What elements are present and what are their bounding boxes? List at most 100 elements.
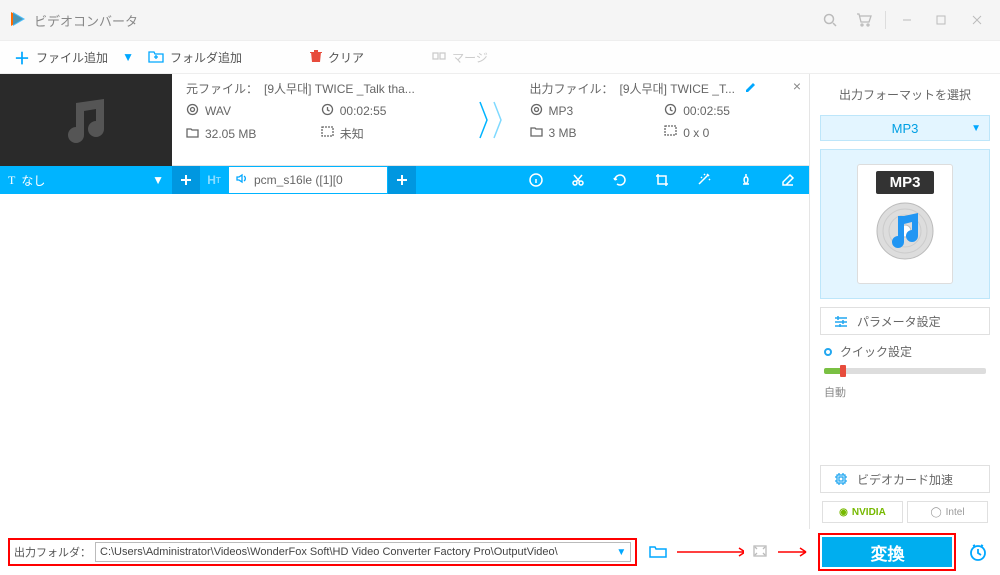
main-area: 元ファイル：[9人무대] TWICE _Talk tha... WAV 00:0… bbox=[0, 74, 1000, 529]
output-folder-highlight: 出力フォルダ： C:\Users\Administrator\Videos\Wo… bbox=[8, 538, 637, 566]
auto-label: 自動 bbox=[820, 382, 990, 402]
sidebar-title: 出力フォーマットを選択 bbox=[820, 84, 990, 107]
thumbnail[interactable] bbox=[0, 74, 172, 166]
effects-button[interactable] bbox=[683, 166, 725, 194]
add-folder-label: フォルダ追加 bbox=[170, 49, 242, 66]
edit-button[interactable] bbox=[767, 166, 809, 194]
crop-button[interactable] bbox=[641, 166, 683, 194]
watermark-button[interactable] bbox=[725, 166, 767, 194]
add-audio-button[interactable] bbox=[388, 166, 416, 194]
output-path-value: C:\Users\Administrator\Videos\WonderFox … bbox=[100, 546, 558, 558]
schedule-button[interactable] bbox=[964, 536, 992, 568]
app-logo-icon bbox=[8, 10, 26, 31]
item-options-bar: T なし ▼ HT pcm_s16le ([1][0 bbox=[0, 166, 809, 194]
rename-icon[interactable] bbox=[745, 81, 757, 96]
source-resolution: 未知 bbox=[340, 125, 364, 142]
chevron-down-icon: ▼ bbox=[152, 173, 164, 187]
source-size: 32.05 MB bbox=[205, 127, 256, 141]
add-file-dropdown[interactable]: ▼ bbox=[122, 41, 134, 73]
chip-icon bbox=[833, 472, 849, 486]
minimize-button[interactable] bbox=[890, 0, 924, 40]
file-list: 元ファイル：[9人무대] TWICE _Talk tha... WAV 00:0… bbox=[0, 74, 810, 529]
maximize-button[interactable] bbox=[924, 0, 958, 40]
format-preview[interactable]: MP3 bbox=[820, 149, 990, 299]
gpu-accel-button[interactable]: ビデオカード加速 bbox=[820, 465, 990, 493]
output-size: 3 MB bbox=[549, 126, 577, 140]
source-format: WAV bbox=[205, 104, 231, 118]
output-path-input[interactable]: C:\Users\Administrator\Videos\WonderFox … bbox=[95, 542, 631, 562]
sidebar: 出力フォーマットを選択 MP3 ▼ MP3 bbox=[810, 74, 1000, 529]
intel-logo-icon: ◯ bbox=[930, 507, 941, 518]
file-item: 元ファイル：[9人무대] TWICE _Talk tha... WAV 00:0… bbox=[0, 74, 809, 166]
output-folder-label: 出力フォルダ： bbox=[14, 544, 91, 560]
clock-icon bbox=[321, 103, 334, 119]
folder-icon bbox=[530, 125, 543, 140]
folder-plus-icon bbox=[148, 49, 164, 66]
annotation-arrow-icon bbox=[675, 544, 744, 560]
merge-button[interactable]: マージ bbox=[418, 41, 502, 73]
format-selector[interactable]: MP3 ▼ bbox=[820, 115, 990, 141]
format-badge: MP3 bbox=[876, 171, 935, 194]
footer: 出力フォルダ： C:\Users\Administrator\Videos\Wo… bbox=[0, 529, 1000, 575]
nvidia-badge: ◉ NVIDIA bbox=[822, 501, 903, 523]
nvidia-label: NVIDIA bbox=[852, 507, 886, 518]
output-file-name: [9人무대] TWICE _T... bbox=[620, 80, 735, 97]
output-format: MP3 bbox=[549, 104, 574, 118]
gpu-vendor-row: ◉ NVIDIA ◯ Intel bbox=[820, 501, 990, 523]
parameter-settings-button[interactable]: パラメータ設定 bbox=[820, 307, 990, 335]
gpu-label: ビデオカード加速 bbox=[857, 471, 953, 488]
chevron-down-icon: ▼ bbox=[616, 547, 626, 558]
output-resolution: 0 x 0 bbox=[683, 126, 709, 140]
quick-settings-row: クイック設定 bbox=[820, 343, 990, 360]
chevron-down-icon: ▼ bbox=[971, 123, 981, 134]
audio-track-select[interactable]: pcm_s16le ([1][0 bbox=[228, 166, 388, 194]
clear-label: クリア bbox=[328, 49, 364, 66]
source-info: 元ファイル：[9人무대] TWICE _Talk tha... WAV 00:0… bbox=[172, 74, 466, 165]
folder-icon bbox=[186, 126, 199, 141]
titlebar: ビデオコンバータ bbox=[0, 0, 1000, 40]
output-duration: 00:02:55 bbox=[683, 104, 730, 118]
annotation-arrow-icon bbox=[776, 544, 810, 560]
info-button[interactable] bbox=[515, 166, 557, 194]
intel-badge: ◯ Intel bbox=[907, 501, 988, 523]
rotate-button[interactable] bbox=[599, 166, 641, 194]
app-title: ビデオコンバータ bbox=[34, 11, 138, 30]
trash-icon bbox=[310, 49, 322, 66]
format-value: MP3 bbox=[892, 121, 919, 136]
search-icon[interactable] bbox=[813, 0, 847, 40]
quality-slider[interactable] bbox=[820, 368, 990, 374]
output-file-label: 出力ファイル： bbox=[530, 80, 614, 97]
clear-button[interactable]: クリア bbox=[296, 41, 378, 73]
resolution-icon bbox=[321, 126, 334, 141]
remove-item-button[interactable]: × bbox=[793, 78, 801, 94]
add-file-button[interactable]: ＋ ファイル追加 bbox=[0, 41, 122, 73]
parameter-label: パラメータ設定 bbox=[857, 313, 941, 330]
sliders-icon bbox=[833, 315, 849, 327]
merge-label: マージ bbox=[452, 49, 488, 66]
format-icon bbox=[530, 103, 543, 119]
speaker-icon bbox=[235, 172, 248, 188]
cart-icon[interactable] bbox=[847, 0, 881, 40]
hardcode-subtitle-button[interactable]: HT bbox=[200, 166, 228, 194]
format-icon bbox=[186, 103, 199, 119]
subtitle-select[interactable]: T なし ▼ bbox=[0, 166, 172, 194]
convert-button[interactable]: 変換 bbox=[822, 537, 952, 567]
mp3-file-icon: MP3 bbox=[857, 164, 953, 284]
open-folder-button[interactable] bbox=[649, 544, 667, 561]
fullscreen-icon[interactable] bbox=[752, 544, 768, 561]
music-note-icon bbox=[56, 95, 116, 145]
source-output-divider bbox=[466, 74, 516, 165]
add-subtitle-button[interactable] bbox=[172, 166, 200, 194]
bullet-icon bbox=[824, 348, 832, 356]
chevron-right-icon bbox=[492, 98, 504, 142]
add-folder-button[interactable]: フォルダ追加 bbox=[134, 41, 256, 73]
source-duration: 00:02:55 bbox=[340, 104, 387, 118]
resolution-icon bbox=[664, 125, 677, 140]
close-button[interactable] bbox=[958, 0, 996, 40]
merge-icon bbox=[432, 50, 446, 65]
intel-label: Intel bbox=[946, 507, 965, 518]
cut-button[interactable] bbox=[557, 166, 599, 194]
nvidia-logo-icon: ◉ bbox=[839, 507, 848, 518]
slider-knob[interactable] bbox=[840, 365, 846, 377]
chevron-right-icon bbox=[478, 98, 490, 142]
